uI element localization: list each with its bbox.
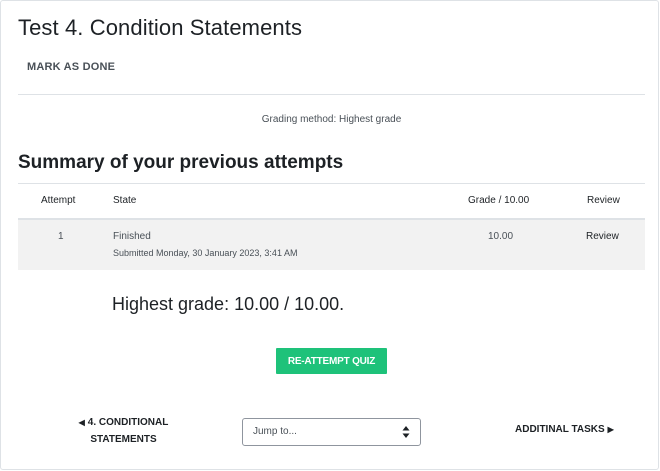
quiz-card: Test 4. Condition Statements MARK AS DON…: [0, 0, 659, 470]
column-header-review: Review: [587, 195, 620, 206]
divider: [18, 94, 645, 95]
table-header: Attempt State Grade / 10.00 Review: [18, 183, 645, 220]
summary-heading: Summary of your previous attempts: [18, 152, 344, 173]
review-link[interactable]: Review: [586, 231, 619, 242]
grading-method: Grading method: Highest grade: [261, 114, 402, 125]
highest-grade: Highest grade: 10.00 / 10.00.: [112, 294, 345, 314]
page-title: Test 4. Condition Statements: [18, 15, 303, 40]
attempt-submitted: Submitted Monday, 30 January 2023, 3:41 …: [113, 248, 298, 258]
up-down-arrows-icon: [402, 426, 410, 438]
jump-to-select[interactable]: Jump to...: [242, 418, 421, 446]
previous-activity-link[interactable]: ◀ 4. CONDITIONAL STATEMENTS: [61, 414, 186, 448]
next-activity-link[interactable]: ADDITINAL TASKS ▶: [515, 424, 614, 435]
next-activity-label: ADDITINAL TASKS: [515, 424, 605, 435]
previous-activity-line1: 4. CONDITIONAL: [87, 417, 169, 428]
previous-activity-line2: STATEMENTS: [90, 434, 157, 445]
attempt-state: Finished: [113, 231, 151, 242]
column-header-attempt: Attempt: [41, 195, 76, 206]
reattempt-quiz-button[interactable]: RE-ATTEMPT QUIZ: [276, 348, 387, 374]
column-header-state: State: [113, 195, 137, 206]
attempts-table: Attempt State Grade / 10.00 Review 1 Fin…: [18, 183, 645, 270]
column-header-grade: Grade / 10.00: [468, 195, 530, 206]
mark-as-done-button[interactable]: MARK AS DONE: [27, 61, 115, 73]
table-row: 1 Finished Submitted Monday, 30 January …: [18, 220, 645, 270]
attempt-grade: 10.00: [488, 231, 514, 242]
left-triangle-icon: ◀: [78, 418, 85, 427]
attempt-number: 1: [58, 231, 64, 242]
right-triangle-icon: ▶: [607, 425, 614, 434]
jump-to-placeholder: Jump to...: [253, 426, 297, 437]
